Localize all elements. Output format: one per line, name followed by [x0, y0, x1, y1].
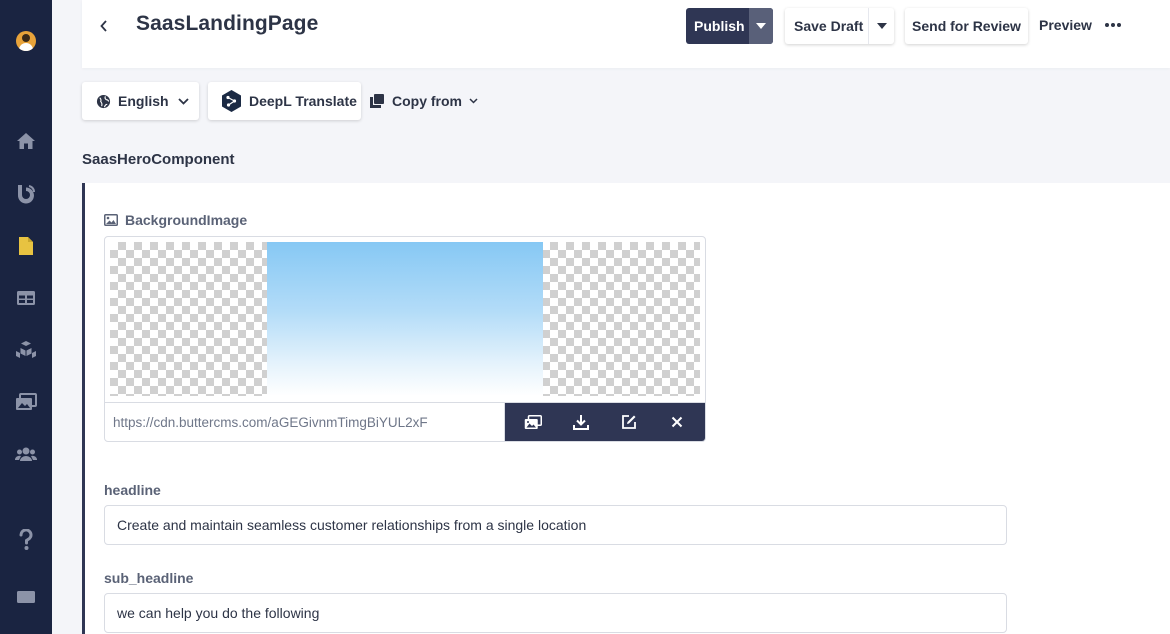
background-image-thumbnail [267, 242, 543, 396]
media-icon[interactable] [14, 390, 38, 414]
remove-image-button[interactable] [665, 410, 689, 434]
page-title: SaasLandingPage [136, 12, 319, 35]
deepl-translate-button[interactable]: DeepL Translate [208, 82, 361, 120]
save-draft-label[interactable]: Save Draft [785, 8, 868, 44]
users-icon[interactable] [14, 442, 38, 466]
language-label: English [118, 93, 169, 109]
publish-label[interactable]: Publish [686, 8, 749, 44]
user-avatar[interactable] [16, 31, 36, 51]
send-for-review-button[interactable]: Send for Review [905, 8, 1028, 44]
gallery-icon [524, 414, 542, 429]
headline-label: headline [104, 482, 161, 498]
deepl-logo-icon [222, 90, 241, 112]
chevron-down-icon [177, 97, 189, 105]
sub-headline-label: sub_headline [104, 570, 194, 586]
download-button[interactable] [569, 410, 593, 434]
publish-button[interactable]: Publish [686, 8, 773, 44]
more-options-button[interactable] [1104, 16, 1122, 34]
sidebar [0, 0, 52, 634]
close-icon [671, 416, 683, 428]
back-button[interactable] [96, 18, 112, 34]
download-icon [573, 415, 589, 430]
language-select[interactable]: English [82, 82, 199, 120]
more-dot [1117, 23, 1121, 27]
components-icon[interactable] [14, 338, 38, 362]
caret-down-icon [756, 23, 766, 29]
deepl-translate-label: DeepL Translate [249, 93, 357, 109]
blog-icon[interactable] [14, 182, 38, 206]
image-actions [505, 403, 705, 441]
image-url-field[interactable]: https://cdn.buttercms.com/aGEGivnmTimgBi… [105, 403, 505, 441]
background-image-preview[interactable]: https://cdn.buttercms.com/aGEGivnmTimgBi… [104, 236, 706, 442]
copy-from-label: Copy from [392, 93, 462, 109]
home-icon[interactable] [14, 129, 38, 153]
help-icon[interactable] [14, 528, 38, 552]
media-library-button[interactable] [521, 410, 545, 434]
save-draft-dropdown-button[interactable] [868, 8, 894, 44]
page-header: SaasLandingPage Publish Save Draft Send … [82, 0, 1170, 68]
chevron-down-icon [469, 98, 478, 104]
sub-headline-input[interactable]: we can help you do the following [104, 593, 1007, 633]
publish-dropdown-button[interactable] [749, 8, 773, 44]
save-draft-button[interactable]: Save Draft [785, 8, 894, 44]
more-dot [1111, 23, 1115, 27]
background-image-label-text: BackgroundImage [125, 212, 248, 228]
edit-icon [622, 415, 636, 429]
image-icon [104, 214, 118, 226]
more-dot [1105, 23, 1109, 27]
chat-icon[interactable] [14, 585, 38, 609]
preview-button[interactable]: Preview [1039, 17, 1092, 33]
headline-input[interactable]: Create and maintain seamless customer re… [104, 505, 1007, 545]
chevron-left-icon [100, 20, 107, 32]
component-panel: BackgroundImage https://cdn.buttercms.co… [82, 183, 1170, 634]
component-title: SaasHeroComponent [82, 151, 235, 168]
globe-icon [96, 94, 111, 108]
image-url-row: https://cdn.buttercms.com/aGEGivnmTimgBi… [105, 402, 705, 441]
collections-icon[interactable] [14, 286, 38, 310]
copy-icon [370, 94, 384, 108]
edit-image-button[interactable] [617, 410, 641, 434]
caret-down-icon [876, 23, 887, 29]
background-image-label: BackgroundImage [104, 212, 247, 228]
pages-icon[interactable] [14, 234, 38, 258]
copy-from-button[interactable]: Copy from [369, 82, 478, 120]
